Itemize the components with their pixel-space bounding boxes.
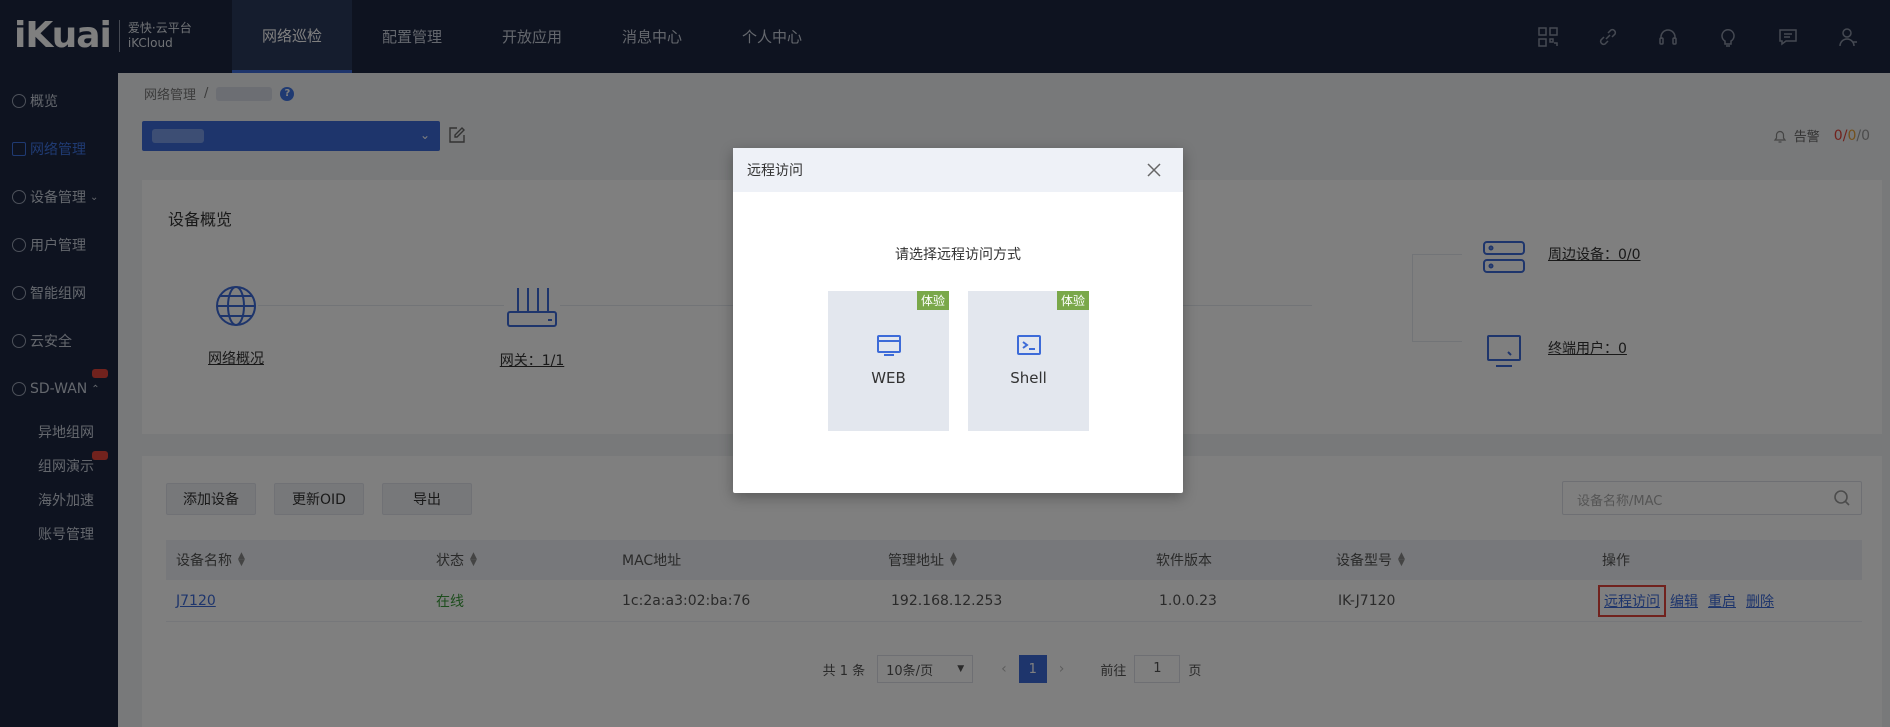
option-label: Shell — [1010, 369, 1047, 387]
terminal-icon — [1017, 335, 1041, 355]
option-label: WEB — [871, 369, 906, 387]
trial-badge: 体验 — [1056, 291, 1089, 310]
dialog-prompt: 请选择远程访问方式 — [895, 247, 1021, 263]
close-icon[interactable] — [1147, 163, 1161, 177]
shell-access-option[interactable]: 体验 Shell — [968, 291, 1089, 431]
web-access-option[interactable]: 体验 WEB — [828, 291, 949, 431]
dialog-title: 远程访问 — [747, 163, 803, 179]
dialog-header: 远程访问 — [733, 148, 1183, 192]
browser-icon — [877, 335, 901, 356]
trial-badge: 体验 — [916, 291, 949, 310]
remote-access-dialog: 远程访问 请选择远程访问方式 体验 WEB 体验 Shell — [733, 148, 1183, 493]
